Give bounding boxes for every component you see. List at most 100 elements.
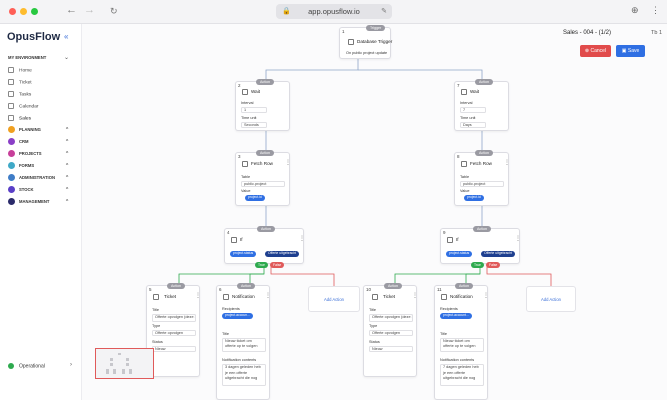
menu-icon[interactable]: ⋮ xyxy=(651,5,660,16)
download-icon[interactable]: ⊕ xyxy=(631,5,639,16)
arrow-left-icon[interactable]: ← xyxy=(66,4,77,16)
management-icon xyxy=(8,198,15,206)
address-bar[interactable]: 🔒 app.opusflow.io ✎ xyxy=(276,4,392,19)
more-options-icon[interactable]: ⋮ xyxy=(299,235,305,242)
sidebar-group-crm[interactable]: CRM ⌃ xyxy=(8,138,69,146)
if-node-left[interactable]: 4 Action If ⋮ project.status Offerte uit… xyxy=(224,226,305,268)
ticket-node-right[interactable]: 10 Action Ticket ⋮ Title Offerte opvolge… xyxy=(363,283,418,377)
bell-icon xyxy=(223,294,229,300)
sidebar-item-calendar[interactable]: Calendar xyxy=(8,103,38,111)
edit-icon[interactable]: ✎ xyxy=(381,4,387,19)
trigger-node[interactable]: 1 Trigger Database Trigger On public pro… xyxy=(339,25,393,59)
fetch-row-node-right[interactable]: 8 Action Fetch Row ⋮ Table public.projec… xyxy=(454,150,510,206)
timeunit-field[interactable]: Days xyxy=(460,122,486,128)
condition-field-chip[interactable]: project.status xyxy=(230,251,257,257)
interval-field[interactable]: 1 xyxy=(241,107,267,113)
sidebar-group-planning[interactable]: PLANNING ⌃ xyxy=(8,126,69,134)
status-indicator[interactable]: Operational xyxy=(8,363,45,369)
notification-node-right[interactable]: 11 Action Notification ⋮ Recipients proj… xyxy=(434,283,489,400)
chevron-right-icon[interactable]: › xyxy=(70,362,72,368)
node-type-pill: Trigger xyxy=(366,25,386,31)
chevron-up-icon: ⌃ xyxy=(65,139,70,145)
more-options-icon[interactable]: ⋮ xyxy=(195,292,201,299)
value-chip[interactable]: project.id xyxy=(245,195,265,201)
value-chip[interactable]: project.id xyxy=(464,195,484,201)
sidebar-group-management[interactable]: MANAGEMENT ⌃ xyxy=(8,198,69,206)
sidebar-group-stock[interactable]: STOCK ⌃ xyxy=(8,186,69,194)
node-title: Database Trigger xyxy=(357,39,393,44)
status-dot-icon xyxy=(8,363,14,369)
condition-field-chip[interactable]: project.status xyxy=(446,251,473,257)
add-action-button[interactable]: Add Action xyxy=(526,286,576,312)
more-options-icon[interactable]: ⋮ xyxy=(412,292,418,299)
title-field[interactable]: Nieuw ticket om offerte op te volgen xyxy=(440,338,484,352)
reload-icon[interactable]: ↻ xyxy=(110,6,118,17)
contents-field[interactable]: 7 dagen geleden heb je een offerte uitge… xyxy=(440,364,484,386)
timeunit-field[interactable]: Seconds xyxy=(241,122,267,128)
tab-indicator[interactable]: Tb 1 xyxy=(651,30,662,36)
node-type-pill: Action xyxy=(257,226,275,232)
clock-icon xyxy=(461,89,467,95)
sidebar-item-ticket[interactable]: Ticket xyxy=(8,79,32,87)
more-options-icon[interactable]: ⋮ xyxy=(285,159,291,166)
minimize-window-button[interactable] xyxy=(20,8,27,15)
more-options-icon[interactable]: ⋮ xyxy=(483,292,489,299)
node-title: Ticket xyxy=(383,294,396,299)
condition-value-chip[interactable]: Offerte uitgebracht xyxy=(265,251,300,257)
type-field[interactable]: Offerte opvolgen xyxy=(369,330,413,336)
status-field[interactable]: Nieuw xyxy=(152,346,196,352)
condition-value-chip[interactable]: Offerte uitgebracht xyxy=(481,251,516,257)
sidebar-group-administration[interactable]: ADMINISTRATION ⌃ xyxy=(8,174,69,182)
chevron-up-icon: ⌃ xyxy=(65,151,70,157)
stock-icon xyxy=(8,186,15,194)
status-field[interactable]: Nieuw xyxy=(369,346,413,352)
title-field[interactable]: Nieuw ticket om offerte op te volgen xyxy=(222,338,266,352)
environment-selector[interactable]: MY ENVIRONMENT xyxy=(8,55,46,60)
interval-field[interactable]: 7 xyxy=(460,107,486,113)
chevron-down-icon[interactable]: ⌄ xyxy=(64,54,69,61)
workflow-canvas[interactable]: 1 Trigger Database Trigger On public pro… xyxy=(82,24,667,400)
chevron-up-icon: ⌃ xyxy=(65,199,70,205)
table-field[interactable]: public.project xyxy=(460,181,504,187)
home-icon xyxy=(8,67,14,73)
more-options-icon[interactable]: ⋮ xyxy=(515,235,521,242)
url-text: app.opusflow.io xyxy=(308,7,360,16)
save-button[interactable]: ▣ Save xyxy=(616,45,645,57)
sidebar-item-tasks[interactable]: Tasks xyxy=(8,91,31,99)
notification-node-left[interactable]: 6 Action Notification ⋮ Recipients proje… xyxy=(216,283,271,400)
recipient-chip[interactable]: project.accoun... xyxy=(222,313,253,319)
title-field[interactable]: Offerte opvolgen (deze 3) xyxy=(152,314,196,322)
canvas-minimap[interactable] xyxy=(95,348,154,379)
type-field[interactable]: Offerte opvolgen xyxy=(152,330,196,336)
sidebar-item-home[interactable]: Home xyxy=(8,67,32,75)
wait-node-left[interactable]: 2 Action Wait Interval 1 Time unit Secon… xyxy=(235,79,290,131)
recipient-chip[interactable]: project.account... xyxy=(440,313,472,319)
true-branch-badge: True xyxy=(255,262,268,268)
table-field[interactable]: public.project xyxy=(241,181,285,187)
table-icon xyxy=(461,161,467,167)
more-options-icon[interactable]: ⋮ xyxy=(265,292,271,299)
cancel-button[interactable]: ⊗ Cancel xyxy=(580,45,611,57)
fetch-row-node-left[interactable]: 3 Action Fetch Row ⋮ Table public.projec… xyxy=(235,150,291,206)
contents-field[interactable]: 3 dagen geleden heb je een offerte uitge… xyxy=(222,364,266,386)
maximize-window-button[interactable] xyxy=(31,8,38,15)
wait-node-right[interactable]: 7 Action Wait Interval 7 Time unit Days xyxy=(454,79,509,131)
close-window-button[interactable] xyxy=(9,8,16,15)
minimap-preview xyxy=(106,353,132,374)
ticket-node-left[interactable]: 5 Action Ticket ⋮ Title Offerte opvolgen… xyxy=(146,283,201,377)
collapse-sidebar-icon[interactable]: « xyxy=(64,32,68,41)
title-field[interactable]: Offerte opvolgen (deze 3) xyxy=(369,314,413,322)
value-label: Value xyxy=(460,189,470,193)
sidebar-item-sales[interactable]: Sales xyxy=(8,115,31,123)
forms-icon xyxy=(8,162,15,170)
recipients-label: Recipients xyxy=(222,307,240,311)
if-node-right[interactable]: 9 Action If ⋮ project.status Offerte uit… xyxy=(440,226,521,268)
sidebar-group-forms[interactable]: FORMS ⌃ xyxy=(8,162,69,170)
node-type-pill: Action xyxy=(475,150,493,156)
arrow-right-icon[interactable]: → xyxy=(84,4,95,16)
table-label: Table xyxy=(241,175,251,179)
sidebar-group-projects[interactable]: PROJECTS ⌃ xyxy=(8,150,69,158)
node-title: Fetch Row xyxy=(251,161,273,166)
more-options-icon[interactable]: ⋮ xyxy=(504,159,510,166)
add-action-button[interactable]: Add Action xyxy=(308,286,360,312)
